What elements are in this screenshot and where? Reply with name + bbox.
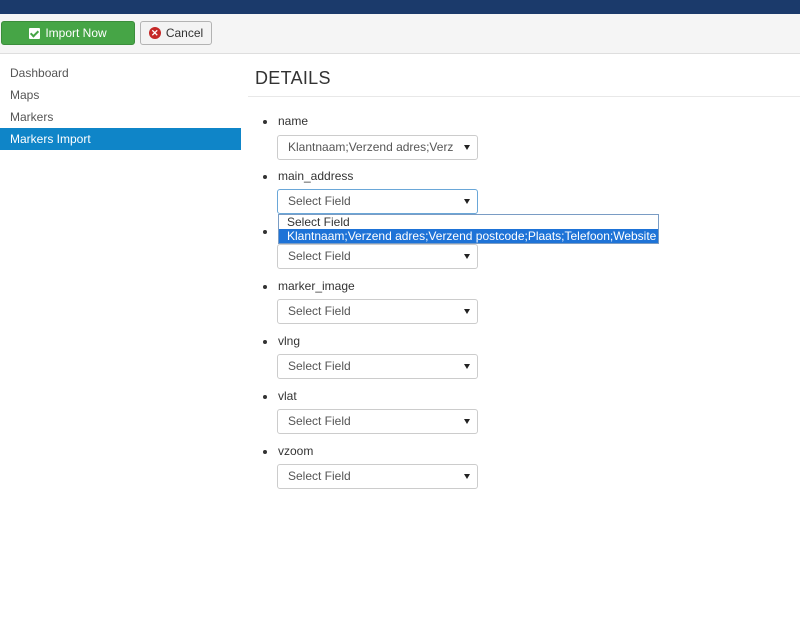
checkbox-edit-icon [29,27,41,39]
select-value: Select Field [288,469,351,483]
vzoom-select[interactable]: Select Field [277,464,478,489]
select-value: Klantnaam;Verzend adres;Verz [288,140,454,154]
vlng-select[interactable]: Select Field [277,354,478,379]
select-value: Select Field [288,359,351,373]
dropdown-option[interactable]: Select Field [279,215,658,229]
toolbar: Import Now ✕ Cancel [0,14,800,54]
cancel-button[interactable]: ✕ Cancel [140,21,212,45]
import-now-label: Import Now [45,26,107,40]
caret-down-icon [464,254,470,259]
select-value: Select Field [288,304,351,318]
sidebar-item-markers[interactable]: Markers [0,106,241,128]
bullet [263,285,267,289]
field-label-vlng: vlng [278,334,301,348]
main-address-dropdown-list: Select Field Klantnaam;Verzend adres;Ver… [278,214,659,244]
caret-down-icon [464,419,470,424]
sidebar-item-dashboard[interactable]: Dashboard [0,62,241,84]
main-address-select[interactable]: Select Field [277,189,478,214]
vlat-select[interactable]: Select Field [277,409,478,434]
top-header-bar [0,0,800,15]
bullet [263,450,267,454]
caret-down-icon [464,309,470,314]
sidebar: Dashboard Maps Markers Markers Import [0,62,241,150]
select-value: Select Field [288,414,351,428]
dropdown-option-selected[interactable]: Klantnaam;Verzend adres;Verzend postcode… [279,229,658,243]
sidebar-item-markers-import[interactable]: Markers Import [0,128,241,150]
field-3-select[interactable]: Select Field [277,244,478,269]
bullet [263,395,267,399]
field-label-vlat: vlat [278,389,297,403]
page-title: DETAILS [255,68,331,88]
field-label-marker-image: marker_image [278,279,355,293]
select-value: Select Field [288,249,351,263]
name-select[interactable]: Klantnaam;Verzend adres;Verz [277,135,478,160]
bullet [263,120,267,124]
import-now-button[interactable]: Import Now [1,21,135,45]
field-label-main-address: main_address [278,169,354,183]
bullet [263,175,267,179]
caret-down-icon [464,364,470,369]
bullet [263,230,267,234]
select-value: Select Field [288,194,351,208]
field-label-name: name [278,114,309,128]
caret-down-icon [464,474,470,479]
caret-down-icon [464,145,470,150]
field-label-vzoom: vzoom [278,444,314,458]
cancel-label: Cancel [165,26,204,40]
bullet [263,340,267,344]
caret-down-icon [464,199,470,204]
divider [248,96,800,97]
cancel-circle-icon: ✕ [148,27,161,39]
marker-image-select[interactable]: Select Field [277,299,478,324]
sidebar-item-maps[interactable]: Maps [0,84,241,106]
